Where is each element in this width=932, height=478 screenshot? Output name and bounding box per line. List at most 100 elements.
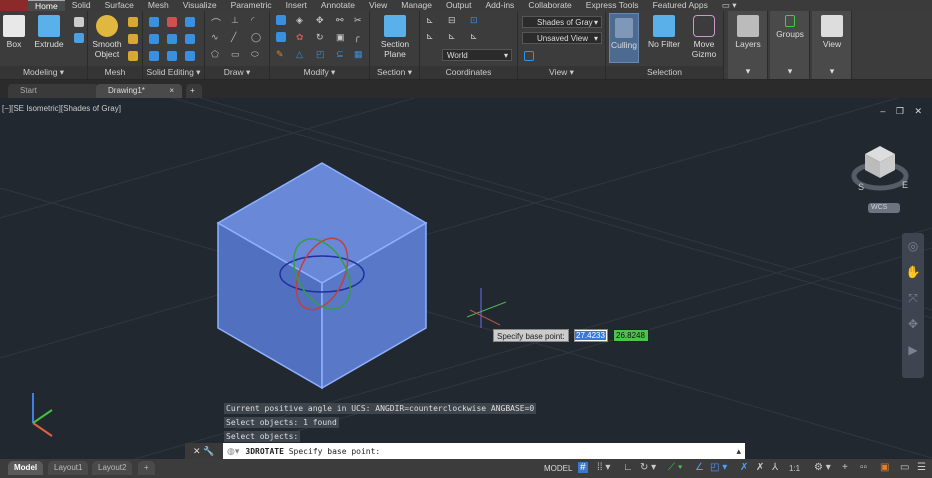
wrench-icon[interactable]: 🔧 [203,446,214,456]
y-coordinate-input[interactable]: 26.8248 [613,329,649,342]
workspace-gear-icon[interactable]: ⚙ ▾ [814,462,831,473]
close-icon[interactable]: × [169,84,174,98]
viewport-config-icon[interactable] [524,51,534,61]
wcs-menu[interactable]: WCS [868,203,900,213]
copy-icon[interactable]: ⚯ [336,15,346,25]
3d-array-icon[interactable]: ✿ [296,32,306,42]
tab-manage[interactable]: Manage [394,0,439,11]
shell-icon[interactable] [149,51,159,61]
tab-parametric[interactable]: Parametric [224,0,279,11]
grid-icon[interactable]: # [578,462,588,473]
ellipse-icon[interactable]: ⬭ [251,49,261,59]
new-tab-button[interactable]: + [186,84,202,98]
groups-button[interactable]: Groups ▾ [770,11,810,79]
viewport-window-controls[interactable]: – ❐ ✕ [880,106,926,117]
align-icon[interactable] [276,32,286,42]
tab-home[interactable]: Home [28,0,65,12]
tab-visualize[interactable]: Visualize [176,0,224,11]
fillet-icon[interactable]: ╭ [354,32,364,42]
smooth-object-button[interactable]: Smooth Object [90,13,124,59]
mirror-icon[interactable] [276,15,286,25]
customization-menu-icon[interactable]: ☰ [917,462,926,473]
panel-label[interactable]: Selection [606,66,723,79]
mesh-smooth-less-icon[interactable] [128,34,138,44]
recent-commands-icon[interactable]: ◍▾ [223,446,239,457]
panel-label[interactable]: Section ▾ [370,66,419,79]
line-icon[interactable]: ⌒ [211,15,221,30]
tab-layout1[interactable]: Layout1 [48,461,89,475]
isolate-objects-icon[interactable]: ▣ [880,462,889,473]
object-snap-icon[interactable]: ◰ ▾ [710,462,727,473]
isodraft-icon[interactable]: ⟋ ▾ [668,462,683,473]
snap-icon[interactable]: ⁞⁞ ▾ [597,462,610,473]
circle-icon[interactable]: ◯ [251,32,261,42]
tab-mesh[interactable]: Mesh [141,0,176,11]
union-icon[interactable] [149,17,159,27]
extract-edges-icon[interactable] [185,34,195,44]
object-snap-tracking-icon[interactable]: ∠ [695,462,704,473]
culling-button[interactable]: Culling [609,13,639,63]
box-button[interactable]: Box [2,13,26,49]
subtract-icon[interactable] [167,17,177,27]
trim-icon[interactable]: ✂ [354,15,364,25]
nav-tools-icon[interactable]: ◎ ✋ ⤧ ✥ ▶ [902,233,924,363]
slice-icon[interactable] [167,34,177,44]
offset-icon[interactable]: ⊆ [336,49,346,59]
view-button[interactable]: View ▾ [812,11,852,79]
command-history-toggle-icon[interactable]: ▴ [736,446,745,457]
tab-drawing1[interactable]: Drawing1* × [96,84,182,98]
rectangle-icon[interactable]: ▭ [231,49,241,59]
units-icon[interactable]: ▫▫ [860,462,867,473]
panel-label[interactable]: Coordinates [420,66,517,79]
application-button[interactable] [0,0,28,11]
rotate-icon[interactable]: ↻ [316,32,326,42]
annotation-scale-icon[interactable]: ⅄ [772,462,778,473]
tab-model[interactable]: Model [8,461,44,475]
tab-layout2[interactable]: Layout2 [92,461,133,475]
drawing-viewport[interactable]: SE [−][SE Isometric][Shades of Gray] – ❐… [0,98,932,459]
navigation-bar[interactable]: ◎ ✋ ⤧ ✥ ▶ [902,233,924,378]
tab-addins[interactable]: Add-ins [478,0,521,11]
ucs-3point-icon[interactable]: ⊾ [426,31,436,41]
clean-screen-icon[interactable]: ▭ [900,462,909,473]
ucs-icon[interactable]: ⊾ [426,15,436,25]
layers-button[interactable]: Layers ▾ [728,11,768,79]
named-view-dropdown[interactable]: Unsaved View [522,32,602,44]
tab-solid[interactable]: Solid [65,0,98,11]
annotation-visibility-icon[interactable]: ✗ [740,462,748,473]
interfere-icon[interactable] [185,17,195,27]
visual-style-dropdown[interactable]: Shades of Gray [522,16,602,28]
tab-express-tools[interactable]: Express Tools [579,0,646,11]
move-icon[interactable]: ✥ [316,15,326,25]
tab-view[interactable]: View [362,0,394,11]
ucs-z-icon[interactable]: ⊾ [448,31,458,41]
annotation-scale-dropdown[interactable]: 1:1 [789,464,800,473]
no-filter-button[interactable]: No Filter [646,13,682,49]
fillet-edge-icon[interactable] [167,51,177,61]
tab-start[interactable]: Start [8,84,98,98]
stretch-icon[interactable]: ◰ [316,49,326,59]
match-properties-icon[interactable]: ✎ [276,49,286,59]
tab-annotate[interactable]: Annotate [314,0,362,11]
annotation-monitor-icon[interactable]: + [842,462,848,473]
line2-icon[interactable]: ╱ [231,32,241,42]
polar-icon[interactable]: ↻ ▾ [640,462,656,473]
panel-label[interactable]: View ▾ [518,66,605,79]
ribbon-toggle-icon[interactable]: ▭ ▾ [715,0,744,11]
auto-scale-icon[interactable]: ✗ [756,462,764,473]
panel-label[interactable]: Draw ▾ [205,66,269,79]
intersect-icon[interactable] [149,34,159,44]
arc-icon[interactable]: ◜ [251,15,261,25]
tab-surface[interactable]: Surface [98,0,141,11]
mesh-smooth-more-icon[interactable] [128,17,138,27]
panel-label[interactable]: Modify ▾ [270,66,369,79]
panel-label[interactable]: Modeling ▾ [0,66,87,79]
extrude-button[interactable]: Extrude [32,13,66,49]
move-gizmo-button[interactable]: Move Gizmo [686,13,722,59]
tab-featured-apps[interactable]: Featured Apps [646,0,715,11]
spline-icon[interactable]: ∿ [211,32,221,42]
command-line[interactable]: ✕ 🔧 ◍▾ 3DROTATE Specify base point: ▴ [185,443,745,459]
ucs-dropdown[interactable]: World [442,49,512,61]
separate-icon[interactable] [185,51,195,61]
polysolid-icon[interactable] [74,17,84,27]
